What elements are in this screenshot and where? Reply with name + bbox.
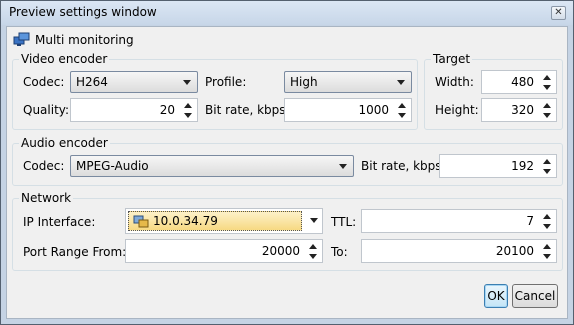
network-adapter-icon [133, 215, 149, 228]
chevron-down-icon [397, 80, 405, 85]
video-bitrate-value: 1000 [358, 103, 389, 117]
audio-encoder-group: Audio encoder Codec: MPEG-Audio Bit rate… [12, 135, 563, 186]
width-label: Width: [435, 75, 474, 89]
target-legend: Target [431, 51, 473, 67]
spin-down-icon[interactable] [184, 113, 192, 118]
profile-value: High [290, 75, 318, 89]
spin-up-icon[interactable] [543, 75, 551, 80]
height-label: Height: [435, 103, 479, 117]
width-stepper[interactable]: 480 [481, 70, 557, 94]
width-value: 480 [511, 75, 534, 89]
quality-label: Quality: [23, 103, 70, 117]
network-legend: Network [19, 190, 74, 206]
video-encoder-legend: Video encoder [19, 51, 110, 67]
port-to-label: To: [331, 245, 348, 259]
ttl-value: 7 [526, 214, 534, 228]
spin-up-icon[interactable] [543, 159, 551, 164]
audio-encoder-legend: Audio encoder [19, 135, 110, 151]
cancel-button[interactable]: Cancel [512, 284, 558, 308]
video-codec-select[interactable]: H264 [70, 71, 198, 93]
ttl-stepper[interactable]: 7 [361, 209, 557, 233]
spin-down-icon[interactable] [543, 254, 551, 259]
port-to-value: 20100 [495, 244, 534, 258]
window-title: Preview settings window [9, 5, 157, 19]
profile-label: Profile: [205, 75, 247, 89]
network-group: Network IP Interface: 10.0.34.79 TTL: 7 [12, 190, 563, 271]
port-from-stepper[interactable]: 20000 [125, 239, 323, 263]
spin-down-icon[interactable] [543, 169, 551, 174]
audio-bitrate-label: Bit rate, kbps: [361, 159, 446, 173]
audio-codec-label: Codec: [23, 159, 65, 173]
ip-interface-value: 10.0.34.79 [153, 214, 218, 228]
audio-bitrate-stepper[interactable]: 192 [439, 154, 557, 178]
spin-up-icon[interactable] [184, 103, 192, 108]
height-stepper[interactable]: 320 [481, 98, 557, 122]
ip-interface-selected: 10.0.34.79 [128, 211, 302, 231]
chevron-down-icon [339, 164, 347, 169]
dialog-body: Multi monitoring Video encoder Codec: H2… [6, 26, 568, 319]
audio-codec-select[interactable]: MPEG-Audio [70, 155, 354, 177]
video-bitrate-stepper[interactable]: 1000 [284, 98, 412, 122]
title-bar[interactable]: Preview settings window ✕ [1, 1, 573, 25]
quality-stepper[interactable]: 20 [70, 98, 198, 122]
monitors-icon [13, 32, 30, 46]
video-codec-label: Codec: [23, 75, 65, 89]
port-from-value: 20000 [261, 244, 300, 258]
audio-bitrate-value: 192 [511, 159, 534, 173]
spin-down-icon[interactable] [543, 113, 551, 118]
height-value: 320 [511, 103, 534, 117]
profile-select[interactable]: High [284, 71, 412, 93]
video-bitrate-label: Bit rate, kbps: [205, 103, 290, 117]
video-codec-value: H264 [76, 75, 108, 89]
chevron-down-icon [310, 218, 318, 223]
port-from-label: Port Range From: [23, 245, 127, 259]
preview-settings-window: Preview settings window ✕ Multi monitori… [0, 0, 574, 325]
spin-up-icon[interactable] [543, 214, 551, 219]
spin-up-icon[interactable] [543, 103, 551, 108]
target-group: Target Width: 480 Height: 320 [424, 51, 563, 130]
spin-up-icon[interactable] [398, 103, 406, 108]
spin-up-icon[interactable] [543, 244, 551, 249]
ok-button[interactable]: OK [484, 284, 508, 308]
spin-down-icon[interactable] [543, 224, 551, 229]
section-title: Multi monitoring [35, 33, 134, 47]
port-to-stepper[interactable]: 20100 [361, 239, 557, 263]
ttl-label: TTL: [331, 215, 357, 229]
quality-value: 20 [159, 103, 175, 117]
close-button[interactable]: ✕ [551, 6, 566, 20]
video-encoder-group: Video encoder Codec: H264 Profile: High … [12, 51, 418, 130]
spin-down-icon[interactable] [309, 254, 317, 259]
ip-interface-select[interactable]: 10.0.34.79 [125, 208, 323, 234]
spin-up-icon[interactable] [309, 244, 317, 249]
spin-down-icon[interactable] [398, 113, 406, 118]
spin-down-icon[interactable] [543, 85, 551, 90]
chevron-down-icon [183, 80, 191, 85]
ip-interface-label: IP Interface: [23, 215, 96, 229]
audio-codec-value: MPEG-Audio [76, 159, 149, 173]
